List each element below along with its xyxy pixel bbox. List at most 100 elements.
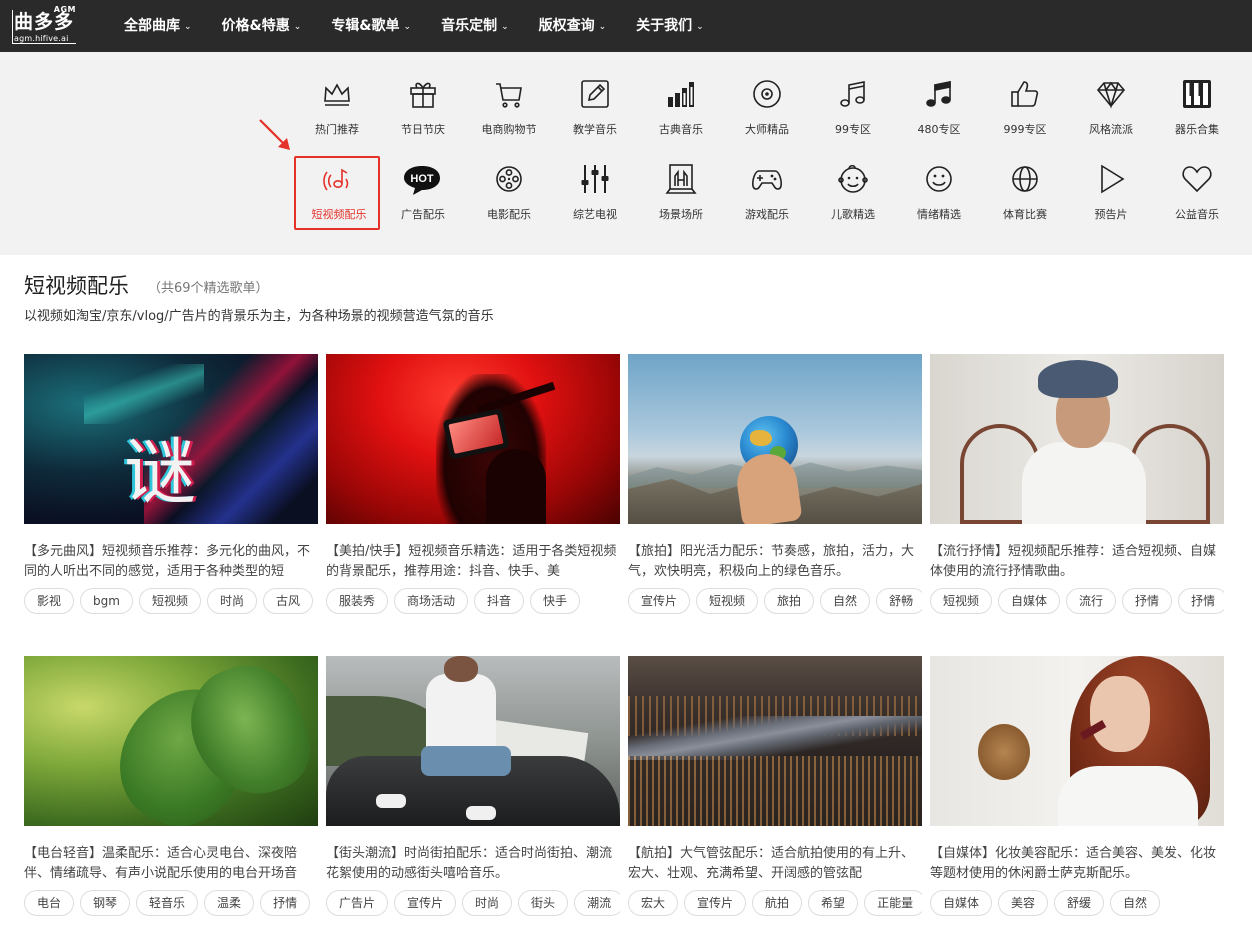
category-emotion[interactable]: 情绪精选	[896, 156, 982, 230]
play-icon	[1101, 164, 1125, 194]
tag[interactable]: 短视频	[138, 588, 201, 614]
tag[interactable]: 旅拍	[764, 588, 815, 614]
category-sports[interactable]: 体育比赛	[982, 156, 1068, 230]
category-genre[interactable]: 风格流派	[1068, 71, 1154, 145]
nav-copyright[interactable]: 版权查询 ⌄	[524, 0, 622, 52]
playlist-description[interactable]: 【航拍】大气管弦配乐：适合航拍使用的有上升、宏大、壮观、充满希望、开阔感的管弦配	[628, 844, 922, 884]
category-children-songs[interactable]: 儿歌精选	[810, 156, 896, 230]
playlist-description[interactable]: 【自媒体】化妆美容配乐：适合美容、美发、化妆等题材使用的休闲爵士萨克斯配乐。	[930, 844, 1224, 884]
tag[interactable]: 流行	[1066, 588, 1117, 614]
nav-pricing[interactable]: 价格&特惠 ⌄	[207, 0, 317, 52]
short-video-music-icon	[323, 168, 349, 191]
tag[interactable]: 航拍	[752, 890, 803, 916]
playlist-cover[interactable]	[628, 656, 922, 826]
playlist-description[interactable]: 【旅拍】阳光活力配乐：节奏感，旅拍，活力，大气，欢快明亮，积极向上的绿色音乐。	[628, 542, 922, 582]
gamepad-icon	[752, 170, 782, 190]
category-scene[interactable]: 场景场所	[638, 156, 724, 230]
tag[interactable]: 抒情	[1178, 588, 1224, 614]
playlist-cover[interactable]	[628, 354, 922, 524]
tag[interactable]: 时尚	[462, 890, 513, 916]
tag[interactable]: 自然	[820, 588, 871, 614]
playlist-cover[interactable]	[930, 354, 1224, 524]
playlist-description[interactable]: 【流行抒情】短视频配乐推荐：适合短视频、自媒体使用的流行抒情歌曲。	[930, 542, 1224, 582]
playlist-description[interactable]: 【电台轻音】温柔配乐：适合心灵电台、深夜陪伴、情绪疏导、有声小说配乐使用的电台开…	[24, 844, 318, 884]
category-99-zone[interactable]: 99专区	[810, 71, 896, 145]
category-label: 480专区	[917, 123, 961, 136]
category-festival[interactable]: 节日节庆	[380, 71, 466, 145]
playlist-card: 【自媒体】化妆美容配乐：适合美容、美发、化妆等题材使用的休闲爵士萨克斯配乐。 自…	[930, 656, 1224, 916]
tag[interactable]: 影视	[24, 588, 75, 614]
tag[interactable]: 短视频	[696, 588, 759, 614]
nav-all-library[interactable]: 全部曲库 ⌄	[109, 0, 207, 52]
category-game[interactable]: 游戏配乐	[724, 156, 810, 230]
playlist-cover[interactable]	[930, 656, 1224, 826]
tag[interactable]: 广告片	[326, 890, 389, 916]
category-short-video[interactable]: 短视频配乐	[294, 156, 380, 230]
tag[interactable]: 宣传片	[394, 890, 457, 916]
category-variety-tv[interactable]: 综艺电视	[552, 156, 638, 230]
playlist-description[interactable]: 【美拍/快手】短视频音乐精选：适用于各类短视频的背景配乐，推荐用途：抖音、快手、…	[326, 542, 620, 582]
tag[interactable]: 服装秀	[326, 588, 389, 614]
category-instrumental[interactable]: 器乐合集	[1154, 71, 1240, 145]
category-charity[interactable]: 公益音乐	[1154, 156, 1240, 230]
tag[interactable]: 古风	[262, 588, 313, 614]
tag[interactable]: 抖音	[474, 588, 525, 614]
compact-mirror	[978, 724, 1030, 780]
hand-silhouette	[486, 449, 546, 524]
category-480-zone[interactable]: 480专区	[896, 71, 982, 145]
tag[interactable]: bgm	[80, 588, 133, 614]
category-ecommerce[interactable]: 电商购物节	[466, 71, 552, 145]
nav-custom-music[interactable]: 音乐定制 ⌄	[426, 0, 524, 52]
tag[interactable]: 正能量	[864, 890, 922, 916]
tag-list: 电台 钢琴 轻音乐 温柔 抒情	[24, 890, 318, 916]
tag[interactable]: 商场活动	[394, 588, 469, 614]
category-advertising[interactable]: HOT 广告配乐	[380, 156, 466, 230]
tag[interactable]: 抒情	[1122, 588, 1173, 614]
tag[interactable]: 轻音乐	[136, 890, 199, 916]
chevron-down-icon: ⌄	[293, 22, 302, 32]
playlist-description[interactable]: 【街头潮流】时尚街拍配乐：适合时尚街拍、潮流花絮使用的动感街头嘻哈音乐。	[326, 844, 620, 884]
tag[interactable]: 自媒体	[930, 890, 993, 916]
category-classical[interactable]: 古典音乐	[638, 71, 724, 145]
category-trailer[interactable]: 预告片	[1068, 156, 1154, 230]
nav-about[interactable]: 关于我们 ⌄	[621, 0, 719, 52]
category-film[interactable]: 电影配乐	[466, 156, 552, 230]
tag[interactable]: 美容	[998, 890, 1049, 916]
site-logo[interactable]: AGM 曲多多 agm.hifive.ai	[12, 5, 78, 44]
tag[interactable]: 短视频	[930, 588, 993, 614]
tag[interactable]: 抒情	[260, 890, 311, 916]
tag[interactable]: 舒畅	[876, 588, 922, 614]
tag[interactable]: 快手	[530, 588, 581, 614]
tag[interactable]: 宣传片	[684, 890, 747, 916]
chevron-down-icon: ⌄	[598, 22, 607, 32]
tag[interactable]: 自媒体	[998, 588, 1061, 614]
tag[interactable]: 自然	[1110, 890, 1161, 916]
tag[interactable]: 温柔	[204, 890, 255, 916]
tag[interactable]: 宏大	[628, 890, 679, 916]
tag[interactable]: 时尚	[206, 588, 257, 614]
face	[1090, 676, 1150, 752]
playlist-card: 【流行抒情】短视频配乐推荐：适合短视频、自媒体使用的流行抒情歌曲。 短视频 自媒…	[930, 354, 1224, 614]
tag[interactable]: 街头	[518, 890, 569, 916]
nav-albums[interactable]: 专辑&歌单 ⌄	[316, 0, 426, 52]
tag[interactable]: 电台	[24, 890, 75, 916]
category-label: 广告配乐	[401, 208, 445, 221]
playlist-cover[interactable]	[326, 656, 620, 826]
category-master[interactable]: 大师精品	[724, 71, 810, 145]
category-label: 游戏配乐	[745, 208, 789, 221]
playlist-description[interactable]: 【多元曲风】短视频音乐推荐：多元化的曲风，不同的人听出不同的感觉，适用于各种类型…	[24, 542, 318, 582]
playlist-cover[interactable]	[24, 656, 318, 826]
scene-icon	[665, 164, 697, 194]
tag[interactable]: 宣传片	[628, 588, 691, 614]
heart-icon	[1182, 166, 1212, 193]
category-teaching[interactable]: 教学音乐	[552, 71, 638, 145]
playlist-cover[interactable]: 谜	[24, 354, 318, 524]
category-999-zone[interactable]: 999专区	[982, 71, 1068, 145]
tag[interactable]: 钢琴	[80, 890, 131, 916]
tag[interactable]: 舒缓	[1054, 890, 1105, 916]
tag[interactable]: 希望	[808, 890, 859, 916]
playlist-cover[interactable]	[326, 354, 620, 524]
bars-chart-icon	[668, 82, 694, 107]
tag[interactable]: 潮流	[574, 890, 620, 916]
category-hot-recommend[interactable]: 热门推荐	[294, 71, 380, 145]
